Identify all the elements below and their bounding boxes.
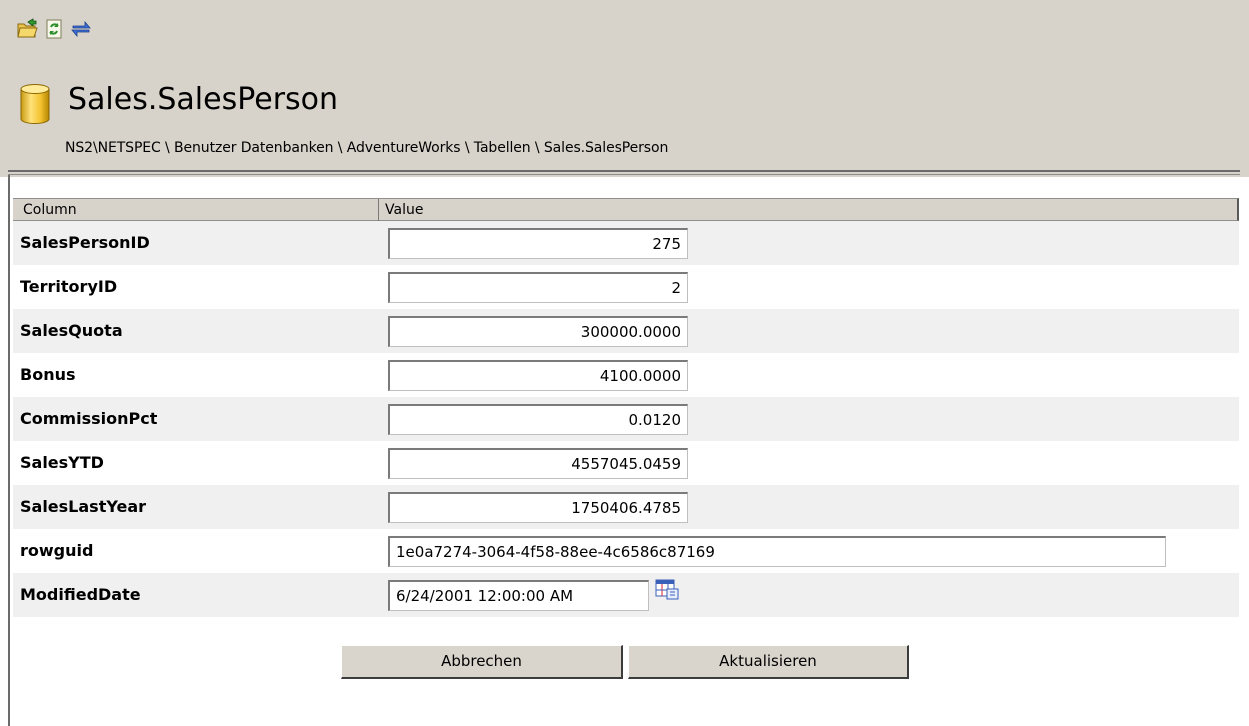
table-row: CommissionPct 0.0120 [13, 397, 1239, 441]
saleslastyear-field[interactable]: 1750406.4785 [388, 492, 688, 523]
salesquota-field[interactable]: 300000.0000 [388, 316, 688, 347]
table-row: ModifiedDate 6/24/2001 12:00:00 AM [13, 573, 1239, 617]
refresh-icon[interactable] [43, 18, 65, 40]
salespersonid-field[interactable]: 275 [388, 228, 688, 259]
column-separator[interactable] [378, 199, 379, 221]
swap-icon[interactable] [70, 18, 92, 40]
divider [8, 170, 1240, 175]
row-label: SalesQuota [20, 321, 123, 340]
modifieddate-field[interactable]: 6/24/2001 12:00:00 AM [388, 580, 649, 611]
update-button[interactable]: Aktualisieren [628, 645, 909, 679]
column-header-column: Column [23, 202, 77, 218]
row-label: CommissionPct [20, 409, 158, 428]
breadcrumb: NS2\NETSPEC \ Benutzer Datenbanken \ Adv… [65, 140, 669, 156]
row-label: SalesLastYear [20, 497, 146, 516]
table-row: SalesPersonID 275 [13, 221, 1239, 265]
calendar-icon[interactable] [655, 578, 679, 600]
rowguid-field[interactable]: 1e0a7274-3064-4f58-88ee-4c6586c87169 [388, 536, 1166, 567]
row-label: Bonus [20, 365, 76, 384]
table-row: SalesLastYear 1750406.4785 [13, 485, 1239, 529]
column-header-value: Value [385, 202, 424, 218]
table-row: rowguid 1e0a7274-3064-4f58-88ee-4c6586c8… [13, 529, 1239, 573]
toolbar [16, 18, 92, 40]
row-label: TerritoryID [20, 277, 118, 296]
table-row: TerritoryID 2 [13, 265, 1239, 309]
row-label: SalesPersonID [20, 233, 150, 252]
row-label: SalesYTD [20, 453, 104, 472]
grid-header: Column Value [13, 198, 1239, 221]
salesytd-field[interactable]: 4557045.0459 [388, 448, 688, 479]
table-row: Bonus 4100.0000 [13, 353, 1239, 397]
table-row: SalesQuota 300000.0000 [13, 309, 1239, 353]
panel-border [8, 175, 10, 726]
bonus-field[interactable]: 4100.0000 [388, 360, 688, 391]
territoryid-field[interactable]: 2 [388, 272, 688, 303]
commissionpct-field[interactable]: 0.0120 [388, 404, 688, 435]
open-folder-icon[interactable] [16, 18, 38, 40]
page-title: Sales.SalesPerson [68, 82, 339, 117]
row-label: ModifiedDate [20, 585, 141, 604]
row-label: rowguid [20, 541, 94, 560]
header-panel: Sales.SalesPerson NS2\NETSPEC \ Benutzer… [0, 0, 1249, 177]
table-row: SalesYTD 4557045.0459 [13, 441, 1239, 485]
cancel-button[interactable]: Abbrechen [341, 645, 623, 679]
title-row: Sales.SalesPerson [20, 82, 339, 124]
database-icon [20, 84, 50, 124]
